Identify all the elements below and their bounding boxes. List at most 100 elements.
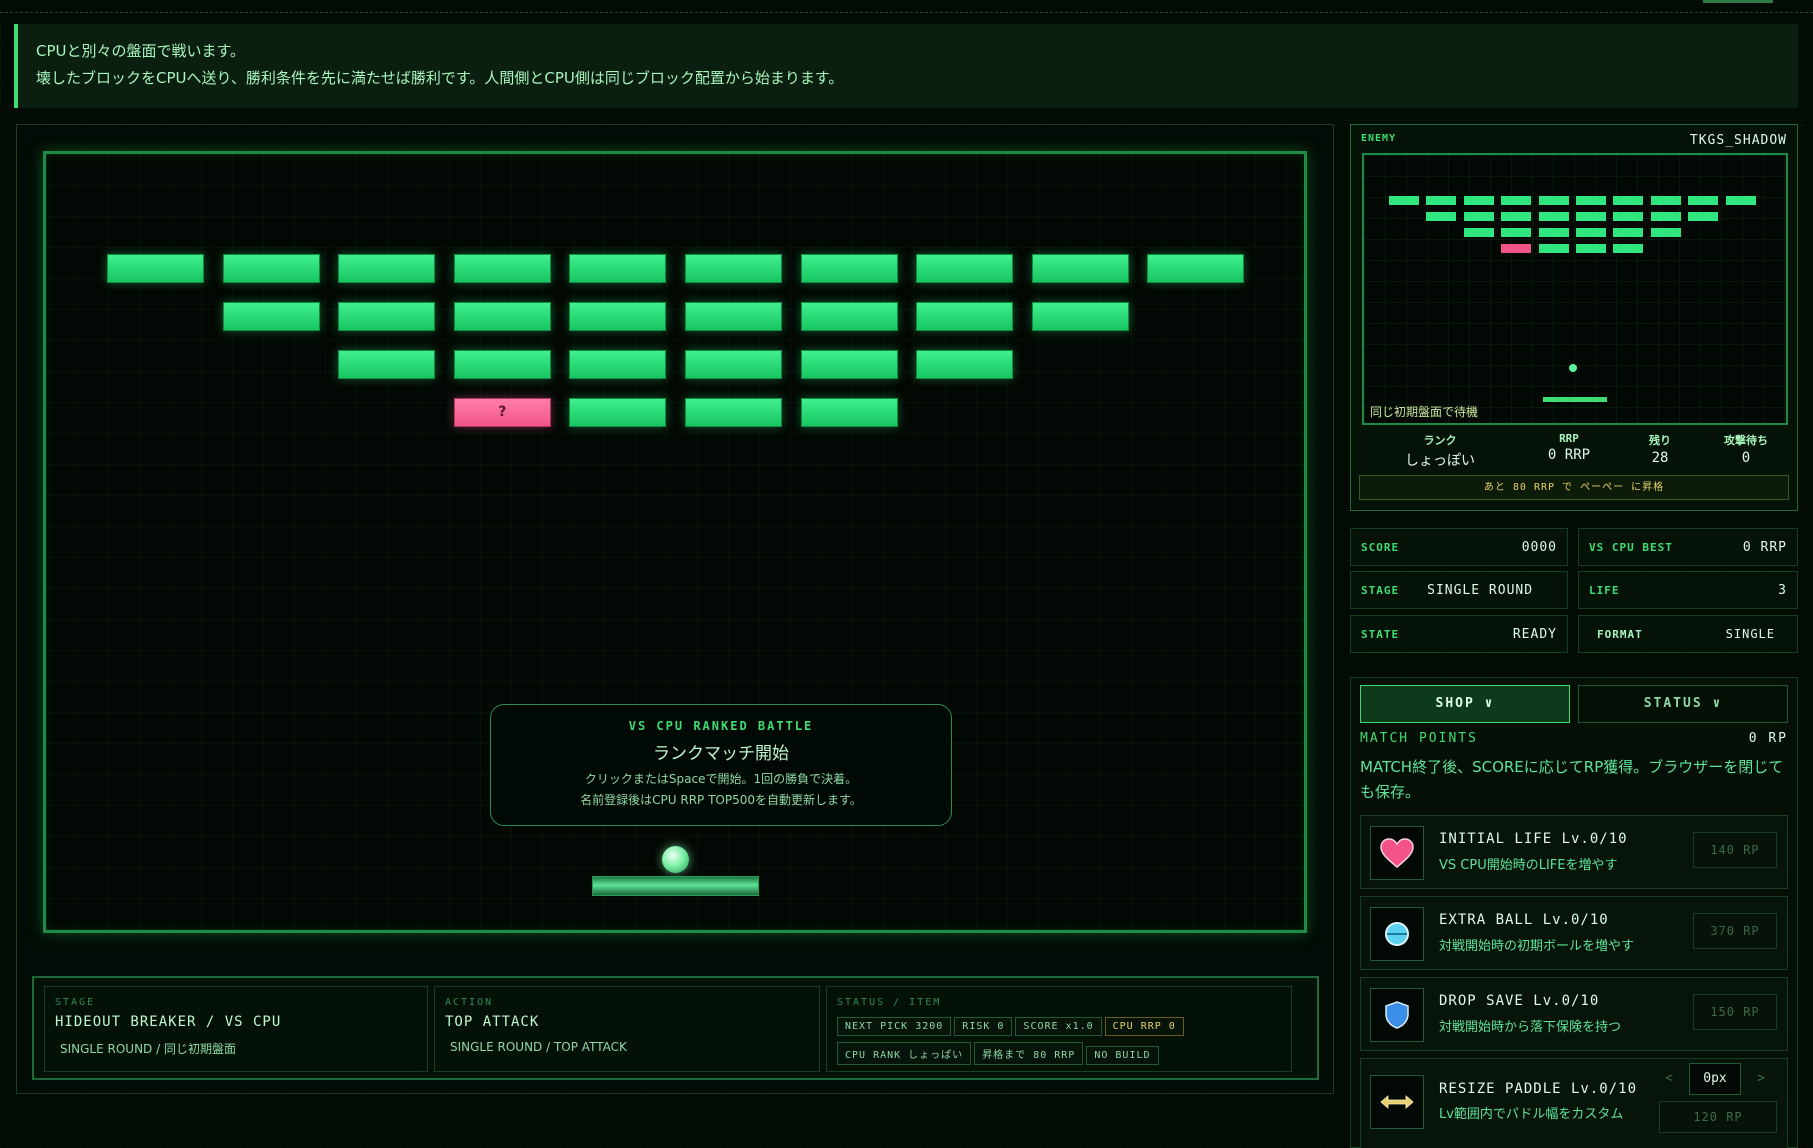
resize-arrows-icon (1370, 1075, 1424, 1129)
enemy-name: TKGS_SHADOW (1689, 133, 1787, 148)
shop-item-initial-life[interactable]: INITIAL LIFE Lv.0/10 VS CPU開始時のLIFEを増やす … (1360, 815, 1788, 889)
brick (916, 302, 1014, 331)
top-tab-indicator (1703, 0, 1773, 3)
enemy-brick (1501, 212, 1532, 221)
enemy-stat-label: ランク (1423, 434, 1457, 447)
enemy-brick (1426, 196, 1457, 205)
status-chip: NEXT PICK 3200 (837, 1017, 952, 1036)
brick (685, 254, 782, 283)
shop-item-title: EXTRA BALL Lv.0/10 (1439, 912, 1609, 928)
enemy-brick (1463, 212, 1494, 221)
stat-score-label: SCORE (1361, 540, 1400, 554)
enemy-brick (1576, 244, 1606, 253)
shop-item-title: INITIAL LIFE Lv.0/10 (1439, 831, 1628, 847)
stat-stage-label: STAGE (1361, 583, 1400, 597)
brick (453, 350, 551, 379)
status-chip: SCORE x1.0 (1015, 1017, 1102, 1036)
enemy-brick (1613, 212, 1644, 221)
enemy-item-brick (1501, 244, 1532, 253)
banner-line-1: CPUと別々の盤面で戦います。 (36, 42, 245, 60)
buy-button[interactable]: 120 RP (1659, 1101, 1777, 1133)
enemy-brick (1576, 228, 1606, 237)
stepper-increment-button[interactable]: > (1748, 1064, 1774, 1094)
brick (800, 302, 898, 331)
enemy-stat-value: 0 RRP (1547, 447, 1591, 463)
brick (800, 350, 898, 379)
shop-item-drop-save[interactable]: DROP SAVE Lv.0/10 対戦開始時から落下保険を持つ 150 RP (1360, 977, 1788, 1051)
brick (453, 254, 551, 283)
enemy-brick (1688, 212, 1719, 221)
enemy-stat-value: 28 (1651, 450, 1669, 466)
stat-life-value: 3 (1778, 582, 1787, 598)
hud-stage: STAGE HIDEOUT BREAKER / VS CPU SINGLE RO… (44, 986, 428, 1072)
modal-kicker: VS CPU RANKED BATTLE (628, 719, 814, 733)
stat-score-value: 0000 (1521, 539, 1557, 555)
stat-state: STATE READY (1350, 615, 1568, 653)
tab-status[interactable]: STATUS ∨ (1578, 685, 1788, 723)
hud-stage-kicker: STAGE (55, 997, 96, 1008)
enemy-brick (1650, 212, 1681, 221)
banner-line-2: 壊したブロックをCPUへ送り、勝利条件を先に満たせば勝利です。人間側とCPU側は… (36, 69, 844, 87)
buy-button[interactable]: 370 RP (1693, 913, 1777, 949)
buy-button[interactable]: 150 RP (1693, 994, 1777, 1030)
stat-vs-best-label: VS CPU BEST (1589, 540, 1673, 554)
stat-format: FORMAT SINGLE (1578, 615, 1798, 653)
enemy-brick (1389, 196, 1419, 205)
shop-item-extra-ball[interactable]: EXTRA BALL Lv.0/10 対戦開始時の初期ボールを増やす 370 R… (1360, 896, 1788, 970)
hud-action-main: TOP ATTACK (445, 1014, 540, 1030)
stat-format-label: FORMAT (1597, 627, 1643, 641)
hud-status-kicker: STATUS / ITEM (837, 997, 942, 1008)
status-chip: RISK 0 (954, 1017, 1013, 1036)
playfield[interactable]: ? VS CPU RANKED BATTLE ランクマッチ開始 クリックまたはS… (43, 151, 1307, 933)
enemy-brick (1538, 228, 1569, 237)
status-chip: CPU RRP 0 (1104, 1017, 1184, 1036)
enemy-brick (1538, 212, 1569, 221)
status-chip: CPU RANK しょっぱい (837, 1042, 972, 1065)
buy-button[interactable]: 140 RP (1693, 832, 1777, 868)
heart-icon (1370, 826, 1424, 880)
brick (569, 350, 667, 379)
start-modal[interactable]: VS CPU RANKED BATTLE ランクマッチ開始 クリックまたはSpa… (490, 704, 952, 826)
enemy-brick (1538, 196, 1569, 205)
enemy-brick (1613, 196, 1644, 205)
enemy-brick (1688, 196, 1719, 205)
stat-score: SCORE 0000 (1350, 528, 1568, 566)
paddle-width-input[interactable]: 0px (1689, 1063, 1741, 1095)
stepper-decrement-button[interactable]: < (1656, 1064, 1682, 1094)
shop-item-desc: VS CPU開始時のLIFEを増やす (1439, 858, 1618, 873)
brick (107, 254, 204, 283)
status-chip-list: NEXT PICK 3200 RISK 0 SCORE x1.0 CPU RRP 0 C… (837, 1014, 1281, 1071)
enemy-stat-value: しょっぽい (1405, 453, 1475, 469)
item-brick: ? (453, 398, 551, 427)
brick (916, 350, 1014, 379)
enemy-brick (1426, 212, 1457, 221)
enemy-brick (1650, 228, 1681, 237)
tab-shop[interactable]: SHOP ∨ (1360, 685, 1570, 723)
stat-vs-best: VS CPU BEST 0 RRP (1578, 528, 1798, 566)
brick (222, 254, 320, 283)
paddle[interactable] (592, 876, 759, 896)
brick (1031, 254, 1129, 283)
enemy-brick (1576, 212, 1606, 221)
brick (685, 302, 782, 331)
promotion-notice: あと 80 RRP で ぺーぺー に昇格 (1359, 475, 1789, 500)
brick (338, 254, 436, 283)
enemy-brick (1650, 196, 1681, 205)
enemy-paddle (1543, 397, 1607, 402)
rules-banner: CPUと別々の盤面で戦います。 壊したブロックをCPUへ送り、勝利条件を先に満た… (14, 24, 1798, 108)
brick (1147, 254, 1245, 283)
modal-instruction: クリックまたはSpaceで開始。1回の勝負で決着。 (584, 772, 858, 786)
brick (685, 350, 782, 379)
brick (569, 302, 667, 331)
brick (1031, 302, 1129, 331)
match-points-value: 0 RP (1748, 731, 1788, 746)
enemy-stat-attack-queue: 攻撃待ち 0 (1696, 432, 1796, 466)
hud-stage-sub: SINGLE ROUND / 同じ初期盤面 (60, 1042, 236, 1056)
ball-icon (1370, 907, 1424, 961)
enemy-stat-value: 0 (1741, 450, 1751, 466)
stat-stage: STAGE SINGLE ROUND (1350, 571, 1568, 609)
enemy-brick (1725, 196, 1756, 205)
enemy-brick (1463, 228, 1494, 237)
brick (338, 350, 436, 379)
hud-action-kicker: ACTION (445, 997, 494, 1008)
